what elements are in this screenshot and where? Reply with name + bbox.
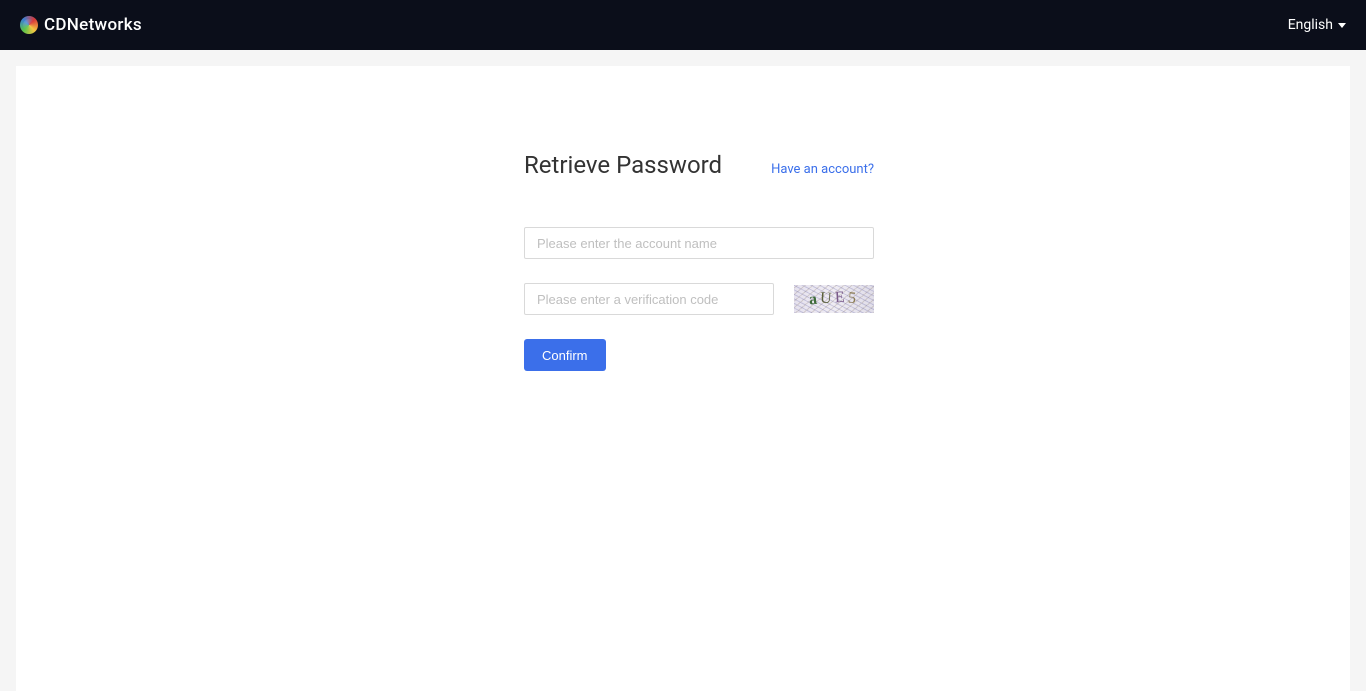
cdnetworks-logo-icon — [20, 16, 38, 34]
top-header: CDNetworks English — [0, 0, 1366, 50]
captcha-char-2: U — [820, 290, 836, 309]
brand-logo: CDNetworks — [20, 15, 142, 35]
language-selector[interactable]: English — [1288, 17, 1346, 33]
page-title: Retrieve Password — [524, 151, 722, 179]
brand-name: CDNetworks — [44, 15, 142, 35]
captcha-char-3: E — [834, 289, 848, 308]
chevron-down-icon — [1338, 23, 1346, 28]
confirm-button[interactable]: Confirm — [524, 339, 606, 371]
verification-code-input[interactable] — [524, 283, 774, 315]
main-panel: Retrieve Password Have an account? a U E… — [16, 66, 1350, 691]
verification-row: a U E 5 — [524, 283, 874, 315]
account-name-input[interactable] — [524, 227, 874, 259]
retrieve-password-form: Retrieve Password Have an account? a U E… — [524, 151, 874, 371]
language-label: English — [1288, 17, 1333, 33]
captcha-image[interactable]: a U E 5 — [794, 285, 874, 313]
form-title-bar: Retrieve Password Have an account? — [524, 151, 874, 179]
have-account-link[interactable]: Have an account? — [771, 162, 874, 177]
captcha-char-4: 5 — [847, 290, 860, 309]
